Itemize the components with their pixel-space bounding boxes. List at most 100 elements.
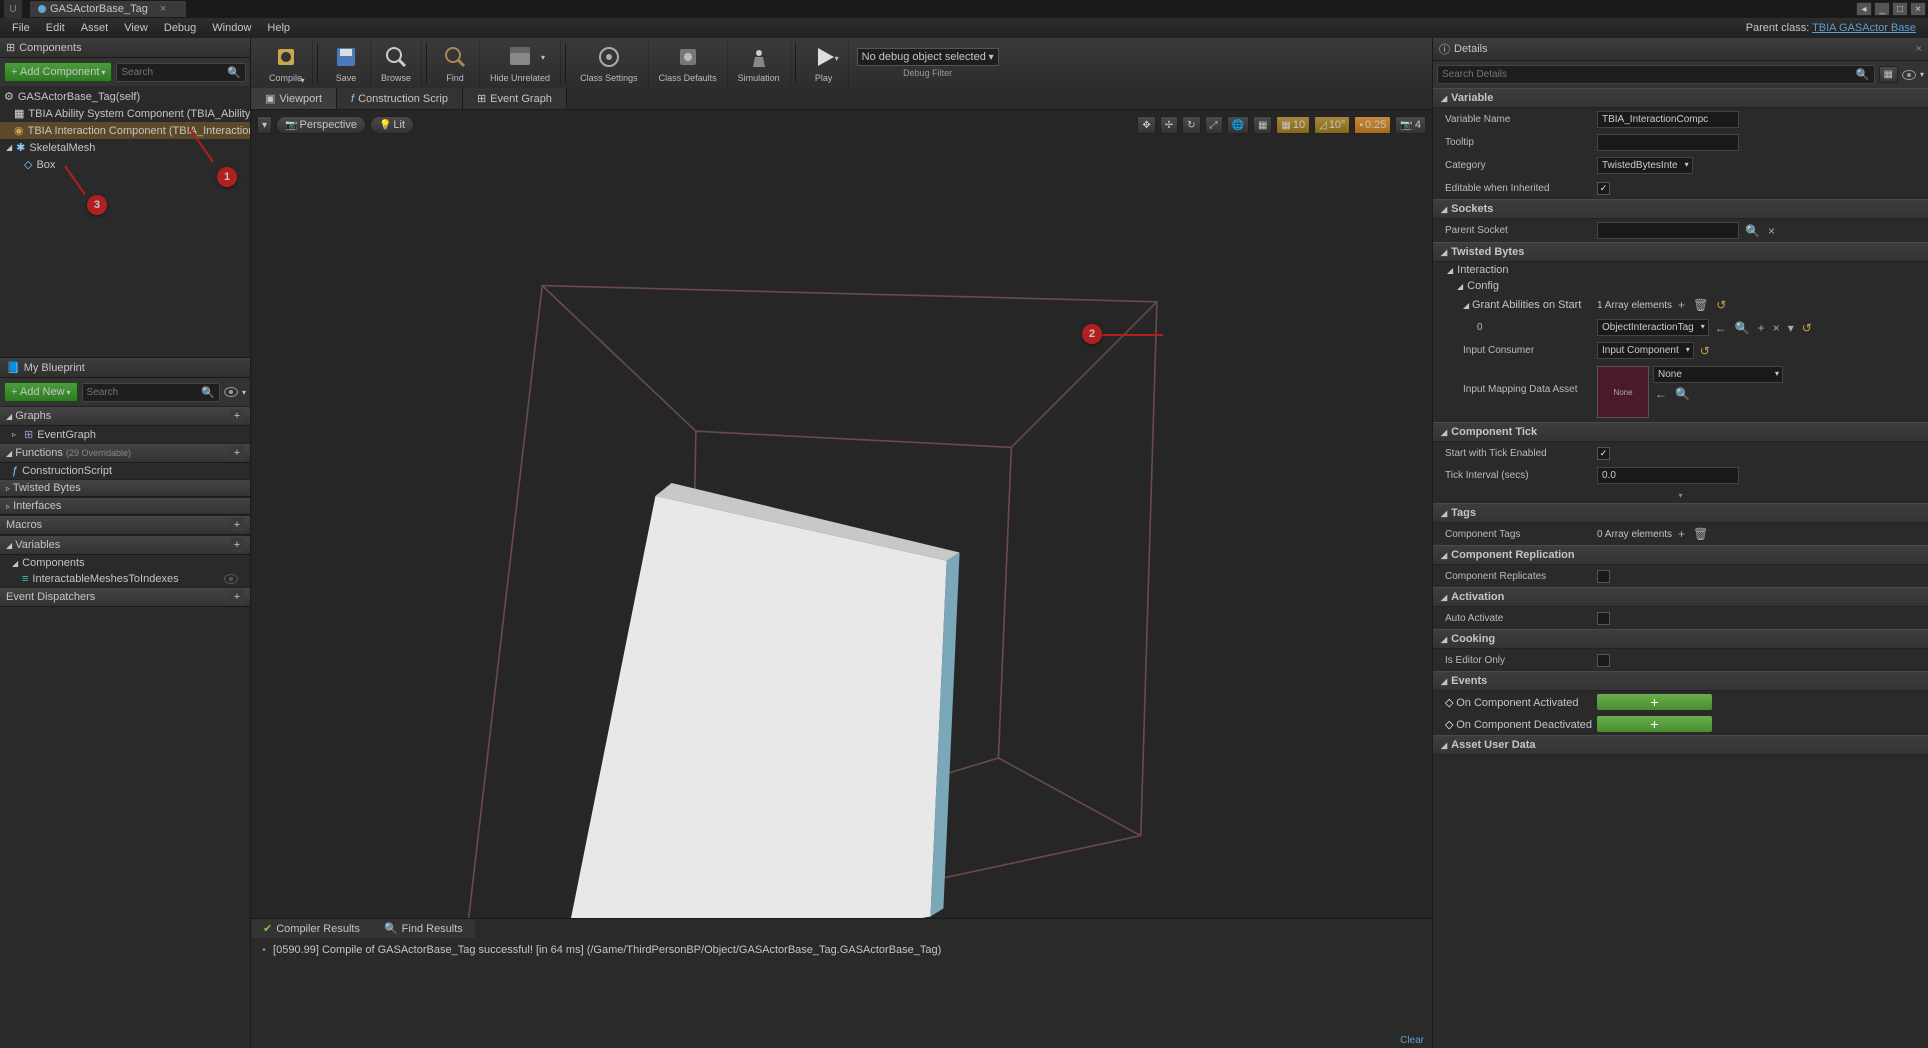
debug-object-dropdown[interactable]: No debug object selected ▾: [857, 48, 999, 66]
components-search[interactable]: 🔍: [116, 63, 246, 82]
browse-icon[interactable]: 🔍: [1733, 321, 1752, 335]
section-sockets[interactable]: ◢Sockets: [1433, 199, 1928, 219]
section-variables[interactable]: ◢ Variables+: [0, 535, 250, 555]
browse-button[interactable]: Browse: [371, 39, 422, 87]
class-defaults-button[interactable]: Class Defaults: [649, 39, 728, 87]
details-search-input[interactable]: [1442, 69, 1856, 80]
find-button[interactable]: Find: [431, 39, 480, 87]
simulation-button[interactable]: Simulation: [728, 39, 791, 87]
expand-advanced-icon[interactable]: ▾: [1678, 491, 1682, 500]
tree-item-self[interactable]: ⚙ GASActorBase_Tag(self): [0, 88, 250, 105]
menu-help[interactable]: Help: [259, 20, 298, 36]
search-icon[interactable]: 🔍: [227, 66, 241, 79]
search-icon[interactable]: 🔍: [1743, 224, 1762, 238]
file-tab[interactable]: GASActorBase_Tag ×: [30, 1, 186, 17]
add-icon[interactable]: +: [230, 518, 244, 532]
tick-interval-input[interactable]: [1597, 467, 1739, 484]
section-functions[interactable]: ◢ Functions (29 Overridable)+: [0, 443, 250, 463]
tick-enabled-checkbox[interactable]: ✓: [1597, 447, 1610, 460]
section-activation[interactable]: ◢Activation: [1433, 587, 1928, 607]
details-header[interactable]: ⓘ Details ×: [1433, 38, 1928, 61]
transform-move-icon[interactable]: ✢: [1160, 116, 1178, 134]
section-events[interactable]: ◢Events: [1433, 671, 1928, 691]
section-replication[interactable]: ◢Component Replication: [1433, 545, 1928, 565]
reset-icon[interactable]: ↺: [1800, 321, 1814, 335]
empty-array-icon[interactable]: 🗑: [1691, 298, 1710, 312]
expand-icon[interactable]: ◢: [6, 143, 12, 152]
parent-socket-input[interactable]: [1597, 222, 1739, 239]
transform-select-icon[interactable]: ✥: [1137, 116, 1155, 134]
asset-thumbnail[interactable]: None: [1597, 366, 1649, 418]
tab-compiler-results[interactable]: ✔Compiler Results: [251, 919, 372, 938]
myblueprint-header[interactable]: 📘 My Blueprint: [0, 358, 250, 378]
eye-icon[interactable]: [224, 387, 238, 397]
add-icon[interactable]: +: [1756, 321, 1767, 335]
tab-close-icon[interactable]: ×: [1916, 43, 1922, 55]
reset-icon[interactable]: ↺: [1714, 298, 1728, 312]
tab-find-results[interactable]: 🔍Find Results: [372, 919, 475, 938]
details-search[interactable]: 🔍: [1437, 65, 1875, 84]
row-constructionscript[interactable]: ƒConstructionScript: [0, 463, 250, 479]
remove-icon[interactable]: ×: [1771, 321, 1782, 335]
surface-snap-icon[interactable]: ▦: [1253, 116, 1272, 134]
scale-snap-value[interactable]: ▪ 0.25: [1354, 116, 1391, 134]
myblueprint-search-input[interactable]: [87, 387, 202, 398]
ability-dropdown[interactable]: ObjectInteractionTag: [1597, 319, 1709, 336]
tab-construction[interactable]: fConstruction Scrip: [337, 88, 463, 109]
add-icon[interactable]: +: [230, 446, 244, 460]
back-icon[interactable]: ←: [1713, 321, 1729, 335]
maximize-button[interactable]: □: [1892, 2, 1908, 16]
category-dropdown[interactable]: TwistedBytesInte: [1597, 157, 1693, 174]
coord-space-icon[interactable]: 🌐: [1227, 116, 1249, 134]
editable-checkbox[interactable]: ✓: [1597, 182, 1610, 195]
menu-file[interactable]: File: [4, 20, 38, 36]
tooltip-input[interactable]: [1597, 134, 1739, 151]
section-twistedbytes[interactable]: ◢Twisted Bytes: [1433, 242, 1928, 262]
add-icon[interactable]: +: [230, 538, 244, 552]
section-interfaces[interactable]: ▹ Interfaces: [0, 497, 250, 515]
section-dispatchers[interactable]: Event Dispatchers+: [0, 587, 250, 607]
mapping-dropdown[interactable]: None: [1653, 366, 1783, 383]
menu-window[interactable]: Window: [204, 20, 259, 36]
components-header[interactable]: ⊞ Components: [0, 38, 250, 58]
clear-button[interactable]: Clear: [251, 1033, 1432, 1048]
row-components-cat[interactable]: ◢ Components: [0, 555, 250, 571]
empty-array-icon[interactable]: 🗑: [1691, 527, 1710, 541]
reset-icon[interactable]: ↺: [1698, 344, 1712, 358]
transform-scale-icon[interactable]: ⤢: [1205, 116, 1223, 134]
dropdown-icon[interactable]: ▾: [242, 388, 246, 397]
menu-view[interactable]: View: [116, 20, 156, 36]
grid-snap-value[interactable]: ▦ 10: [1276, 116, 1310, 134]
add-icon[interactable]: +: [230, 409, 244, 423]
add-element-icon[interactable]: +: [1676, 298, 1687, 312]
dropdown-icon[interactable]: ▾: [1920, 70, 1924, 79]
eye-icon[interactable]: [1902, 70, 1916, 80]
tab-viewport[interactable]: ▣Viewport: [251, 88, 337, 109]
tree-item-interaction[interactable]: ◉ TBIA Interaction Component (TBIA_Inter…: [0, 122, 250, 139]
camera-speed[interactable]: 📷 4: [1395, 116, 1426, 134]
lit-button[interactable]: 💡 Lit: [370, 116, 414, 134]
tab-eventgraph[interactable]: ⊞Event Graph: [463, 88, 567, 109]
clear-icon[interactable]: ×: [1766, 224, 1777, 238]
input-consumer-dropdown[interactable]: Input Component: [1597, 342, 1694, 359]
close-button[interactable]: ×: [1910, 2, 1926, 16]
minimize-button[interactable]: _: [1874, 2, 1890, 16]
row-eventgraph[interactable]: ▹⊞EventGraph: [0, 426, 250, 443]
sub-interaction[interactable]: ◢Interaction: [1433, 262, 1928, 278]
compile-button[interactable]: Compile▾: [259, 39, 313, 87]
tree-item-skeletal[interactable]: ◢ ✱ SkeletalMesh: [0, 139, 250, 156]
play-button[interactable]: Play▾: [800, 39, 849, 87]
menu-edit[interactable]: Edit: [38, 20, 73, 36]
window-button[interactable]: ◂: [1856, 2, 1872, 16]
viewport-options-button[interactable]: ▾: [257, 116, 272, 134]
row-interactablemeshes[interactable]: ≡InteractableMeshesToIndexes: [0, 571, 250, 587]
section-asset-data[interactable]: ◢Asset User Data: [1433, 735, 1928, 755]
search-icon[interactable]: 🔍: [1856, 68, 1870, 81]
transform-rotate-icon[interactable]: ↻: [1182, 116, 1200, 134]
add-new-button[interactable]: + Add New▾: [4, 382, 78, 402]
section-graphs[interactable]: ◢ Graphs+: [0, 406, 250, 426]
tree-item-ability[interactable]: ▦ TBIA Ability System Component (TBIA_Ab…: [0, 105, 250, 122]
autoactivate-checkbox[interactable]: [1597, 612, 1610, 625]
add-element-icon[interactable]: +: [1676, 527, 1687, 541]
sub-config[interactable]: ◢Config: [1433, 278, 1928, 294]
